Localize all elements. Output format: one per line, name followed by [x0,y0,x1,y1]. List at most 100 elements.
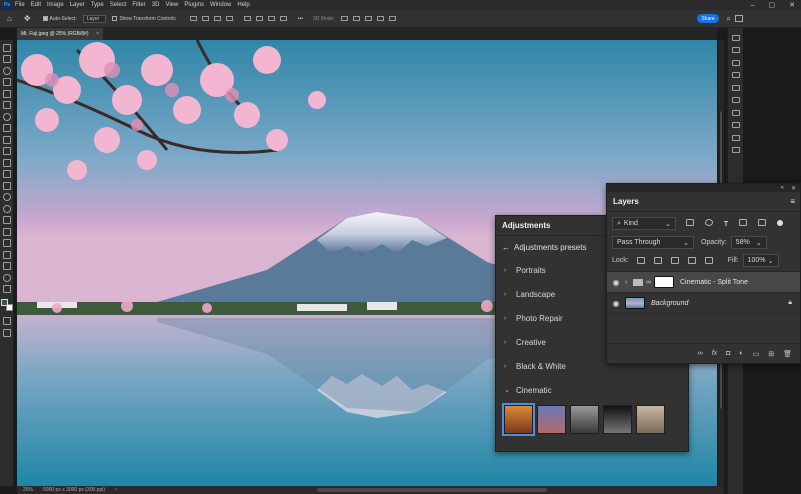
menu-image[interactable]: Image [47,2,64,8]
show-transform-checkbox[interactable]: Show Transform Controls [112,16,176,22]
layer-row[interactable]: ◉ Background 🔒︎ [607,293,800,314]
zoom-tool-icon[interactable] [2,273,11,282]
minimize-icon[interactable]: – [751,2,755,9]
opacity-field[interactable]: 58% ⌄ [730,236,767,249]
blur-tool-icon[interactable] [2,193,11,201]
menu-filter[interactable]: Filter [132,2,145,8]
document-tab[interactable]: Mt. Fuji.jpeg @ 25% (RGB/8#) × [17,28,103,40]
collapse-panel-icon[interactable]: « [781,185,784,191]
distribute-vertical-icon[interactable] [279,16,287,21]
status-arrow-icon[interactable]: › [115,487,117,493]
paths-icon[interactable] [731,122,740,128]
align-center-icon[interactable] [201,16,209,21]
learn-icon[interactable] [731,34,740,41]
edit-toolbar-icon[interactable] [2,285,11,293]
new-layer-icon[interactable]: ⊞ [768,350,774,358]
layer-mask-thumbnail[interactable] [654,276,674,288]
3d-roll-icon[interactable] [352,16,360,21]
rectangle-tool-icon[interactable] [2,250,11,259]
maximize-icon[interactable]: ▢ [769,1,776,9]
gradient-tool-icon[interactable] [2,181,11,190]
history-brush-tool-icon[interactable] [2,158,11,167]
screen-mode-icon[interactable] [2,328,11,337]
auto-select-dropdown[interactable]: Layer [82,14,107,23]
properties-icon[interactable] [731,59,740,66]
close-panel-icon[interactable]: ✕ [791,185,796,192]
foreground-color-swatch[interactable] [0,299,8,306]
lock-artboard-icon[interactable] [687,257,696,264]
menu-plugins[interactable]: Plugins [184,2,204,8]
quick-mask-icon[interactable] [2,317,11,325]
filter-adjustment-icon[interactable] [704,219,713,226]
new-group-icon[interactable]: ▭ [753,350,760,358]
auto-select-checkbox[interactable]: Auto-Select: [42,16,77,22]
zoom-level[interactable]: 25% [23,487,33,493]
more-options-button[interactable]: ••• [298,16,303,22]
hand-tool-icon[interactable] [2,262,11,270]
layers-panel-icon[interactable] [731,147,740,153]
type-tool-icon[interactable] [2,227,11,236]
horizontal-scrollbar[interactable] [317,488,547,492]
expand-group-icon[interactable]: › [625,279,633,286]
crop-tool-icon[interactable] [2,89,11,98]
marquee-tool-icon[interactable] [2,55,11,63]
layer-name[interactable]: Background [651,300,688,307]
home-icon[interactable]: ⌂ [7,14,12,23]
adjustments-icon[interactable] [731,84,740,91]
menu-type[interactable]: Type [91,2,104,8]
visibility-eye-icon[interactable]: ◉ [607,299,625,308]
panel-menu-icon[interactable]: ≡ [790,197,795,206]
link-icon[interactable]: ∞ [646,279,651,286]
filter-toggle-icon[interactable] [777,220,784,226]
move-tool-icon[interactable] [2,43,11,52]
workspace-icon[interactable] [735,15,743,22]
delete-layer-icon[interactable]: 🗑︎ [783,350,792,358]
kind-filter-dropdown[interactable]: ⌕ Kind ⌄ [612,217,676,230]
3d-pan-icon[interactable] [364,16,372,21]
add-mask-icon[interactable]: ◘ [726,350,730,357]
new-adjustment-icon[interactable]: ◐ [739,350,743,357]
eyedropper-tool-icon[interactable] [2,112,11,121]
pen-tool-icon[interactable] [2,216,11,224]
menu-select[interactable]: Select [110,2,127,8]
clone-stamp-tool-icon[interactable] [2,147,11,155]
3d-rotate-icon[interactable] [340,16,348,21]
link-layers-icon[interactable]: ∞ [698,350,703,357]
preset-thumbnail[interactable] [603,405,632,434]
color-icon[interactable] [731,97,740,103]
close-window-icon[interactable]: ✕ [789,1,795,9]
menu-file[interactable]: File [15,2,25,8]
filter-smart-object-icon[interactable] [758,219,767,226]
menu-edit[interactable]: Edit [31,2,41,8]
fill-field[interactable]: 100% ⌄ [742,254,779,267]
lock-image-icon[interactable] [653,257,662,264]
frame-tool-icon[interactable] [2,101,11,109]
distribute-icon[interactable] [225,16,233,21]
layer-thumbnail[interactable] [625,297,645,309]
menu-view[interactable]: View [165,2,178,8]
libraries-icon[interactable] [731,47,740,53]
menu-3d[interactable]: 3D [152,2,160,8]
filter-pixel-icon[interactable] [686,219,694,226]
dodge-tool-icon[interactable] [2,204,11,213]
preset-thumbnail[interactable] [537,405,566,434]
preset-category-cinematic[interactable]: ⌄ Cinematic [496,378,688,402]
history-icon[interactable] [731,109,740,116]
align-right-icon[interactable] [213,16,221,21]
object-select-tool-icon[interactable] [2,78,11,86]
back-arrow-icon[interactable]: ← [502,243,510,252]
layer-name[interactable]: Cinematic - Split Tone [680,279,748,286]
lasso-tool-icon[interactable] [2,66,11,75]
fx-icon[interactable]: fx [712,350,717,357]
3d-panel-icon[interactable] [731,134,740,141]
filter-type-icon[interactable]: T [724,221,728,228]
eraser-tool-icon[interactable] [2,170,11,178]
lock-transparent-icon[interactable] [636,257,645,264]
lock-position-icon[interactable] [670,257,679,264]
align-left-icon[interactable] [189,16,197,21]
brush-tool-icon[interactable] [2,135,11,144]
share-button[interactable]: Share [697,14,719,23]
align-bottom-icon[interactable] [267,16,275,21]
3d-slide-icon[interactable] [376,16,384,21]
close-tab-icon[interactable]: × [96,31,99,37]
